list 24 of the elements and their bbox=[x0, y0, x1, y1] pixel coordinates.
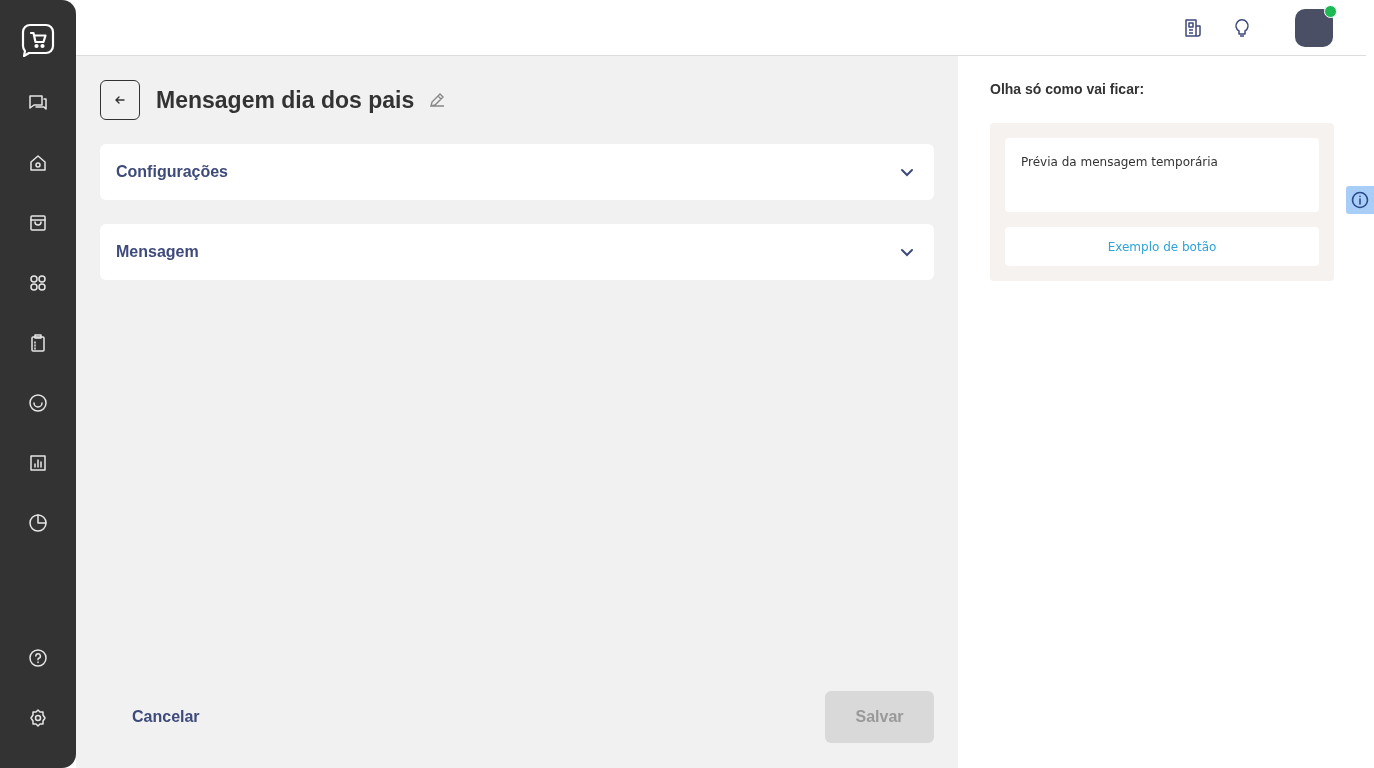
accordion-header[interactable]: Configurações bbox=[100, 144, 934, 200]
lightbulb-icon[interactable] bbox=[1232, 17, 1252, 38]
info-tab[interactable] bbox=[1346, 186, 1374, 214]
pie-chart-icon[interactable] bbox=[28, 513, 48, 533]
chat-icon[interactable] bbox=[28, 93, 48, 113]
apps-icon[interactable] bbox=[28, 273, 48, 293]
section-title: Mensagem bbox=[116, 243, 199, 261]
message-text: Prévia da mensagem temporária bbox=[1021, 155, 1218, 169]
accordion-header[interactable]: Mensagem bbox=[100, 224, 934, 280]
home-gear-icon[interactable] bbox=[28, 153, 48, 173]
smiley-icon[interactable] bbox=[28, 393, 48, 413]
page-title: Mensagem dia dos pais bbox=[156, 86, 415, 114]
clipboard-icon[interactable] bbox=[28, 333, 48, 353]
edit-icon[interactable] bbox=[428, 91, 447, 109]
cancel-button[interactable]: Cancelar bbox=[100, 698, 232, 736]
cart-chat-logo-icon[interactable] bbox=[21, 23, 55, 57]
preview-heading: Olha só como vai ficar: bbox=[990, 81, 1146, 97]
settings-icon[interactable] bbox=[28, 708, 48, 728]
shopping-bag-icon[interactable] bbox=[28, 213, 48, 233]
section-title: Configurações bbox=[116, 163, 228, 181]
back-button[interactable] bbox=[100, 80, 140, 120]
help-icon[interactable] bbox=[28, 648, 48, 668]
newspaper-icon[interactable] bbox=[1183, 17, 1203, 38]
bar-chart-icon[interactable] bbox=[28, 453, 48, 473]
